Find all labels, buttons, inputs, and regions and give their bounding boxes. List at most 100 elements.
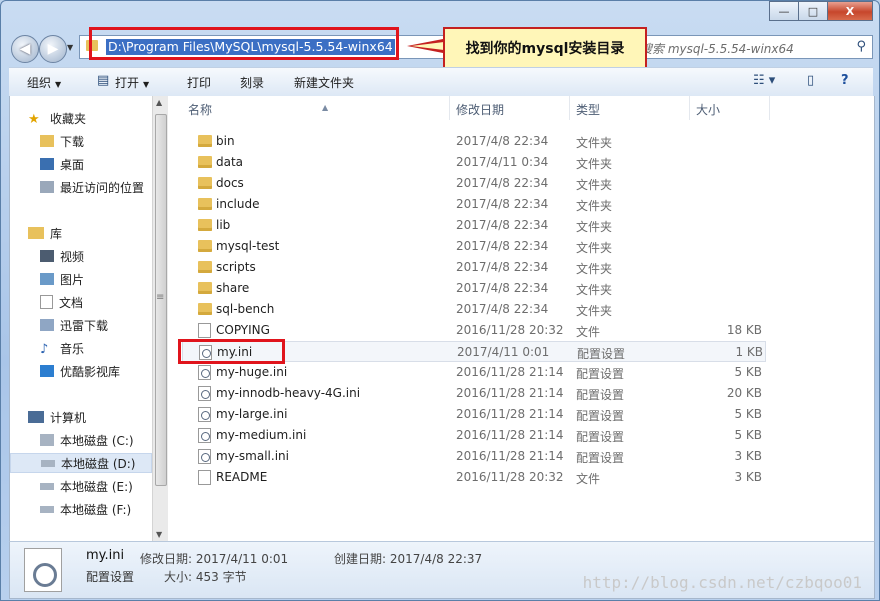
table-row[interactable]: README 2016/11/28 20:32 文件 3 KB bbox=[182, 467, 766, 488]
watermark-text: http://blog.csdn.net/czbqoo01 bbox=[582, 573, 862, 592]
sidebar-item-videos[interactable]: 视频 bbox=[40, 246, 152, 266]
sidebar-item-music[interactable]: ♪ 音乐 bbox=[40, 338, 152, 358]
scroll-down-icon[interactable]: ▼ bbox=[156, 530, 162, 539]
file-size: 20 KB bbox=[726, 386, 762, 400]
scroll-up-icon[interactable]: ▲ bbox=[156, 98, 162, 107]
callout-arrow-fill bbox=[411, 42, 444, 50]
column-header-size[interactable]: 大小 bbox=[690, 96, 770, 120]
maximize-button[interactable]: □ bbox=[798, 1, 828, 21]
file-type: 配置设置 bbox=[576, 388, 625, 402]
table-row[interactable]: data 2017/4/11 0:34 文件夹 bbox=[182, 152, 766, 173]
file-type: 文件夹 bbox=[576, 262, 613, 276]
column-header-type[interactable]: 类型 bbox=[570, 96, 690, 120]
file-name: my-innodb-heavy-4G.ini bbox=[216, 386, 361, 400]
table-row[interactable]: include 2017/4/8 22:34 文件夹 bbox=[182, 194, 766, 215]
file-size: 5 KB bbox=[734, 407, 762, 421]
burn-button[interactable]: 刻录 bbox=[240, 74, 264, 91]
file-type: 配置设置 bbox=[576, 409, 625, 423]
desktop-icon bbox=[40, 158, 54, 170]
table-row[interactable]: my-innodb-heavy-4G.ini 2016/11/28 21:14 配置… bbox=[182, 383, 766, 404]
file-date: 2017/4/8 22:34 bbox=[456, 302, 549, 316]
library-icon bbox=[28, 227, 44, 239]
table-row[interactable]: lib 2017/4/8 22:34 文件夹 bbox=[182, 215, 766, 236]
file-size: 3 KB bbox=[734, 449, 762, 463]
file-date: 2017/4/8 22:34 bbox=[456, 218, 549, 232]
recent-pages-dropdown[interactable]: ▼ bbox=[67, 43, 73, 52]
preview-pane-icon[interactable]: ▯ bbox=[807, 73, 814, 88]
file-type: 文件夹 bbox=[576, 304, 613, 318]
sidebar-item-downloads[interactable]: 下载 bbox=[40, 131, 152, 151]
file-size: 18 KB bbox=[726, 323, 762, 337]
sidebar-computer[interactable]: 计算机 bbox=[28, 407, 152, 427]
sidebar-item-pictures[interactable]: 图片 bbox=[40, 269, 152, 289]
table-row[interactable]: my-medium.ini 2016/11/28 21:14 配置设置 5 KB bbox=[182, 425, 766, 446]
back-button[interactable]: ◀ bbox=[11, 35, 39, 63]
file-list: 名称 ▲ 修改日期 类型 大小 bin 2017/4/8 22:34 文件夹 data 2… bbox=[168, 96, 874, 541]
table-row[interactable]: my-small.ini 2016/11/28 21:14 配置设置 3 KB bbox=[182, 446, 766, 467]
sidebar-item-desktop[interactable]: 桌面 bbox=[40, 154, 152, 174]
star-icon: ★ bbox=[28, 112, 40, 127]
search-icon[interactable]: ⚲ bbox=[856, 39, 866, 54]
table-row[interactable]: scripts 2017/4/8 22:34 文件夹 bbox=[182, 257, 766, 278]
table-row[interactable]: share 2017/4/8 22:34 文件夹 bbox=[182, 278, 766, 299]
recent-places-icon bbox=[40, 181, 54, 193]
sidebar-item-drive-d[interactable]: 本地磁盘 (D:) bbox=[10, 453, 152, 473]
chevron-down-icon: ▼ bbox=[55, 80, 62, 89]
table-row[interactable]: bin 2017/4/8 22:34 文件夹 bbox=[182, 131, 766, 152]
sidebar-item-drive-e[interactable]: 本地磁盘 (E:) bbox=[40, 476, 152, 496]
new-folder-button[interactable]: 新建文件夹 bbox=[294, 74, 354, 91]
explorer-window: — □ X ◀ ▶ ▼ D:\Program Files\MySQL\mysql… bbox=[0, 0, 880, 601]
my-ini-highlight-box bbox=[178, 339, 285, 364]
organize-menu[interactable]: 组织 ▼ bbox=[27, 74, 61, 91]
table-row[interactable]: my-huge.ini 2016/11/28 21:14 配置设置 5 KB bbox=[182, 362, 766, 383]
table-row[interactable]: docs 2017/4/8 22:34 文件夹 bbox=[182, 173, 766, 194]
sidebar-item-documents[interactable]: 文档 bbox=[40, 292, 152, 312]
file-name: my-small.ini bbox=[216, 449, 289, 463]
close-button[interactable]: X bbox=[827, 1, 873, 21]
file-size: 5 KB bbox=[734, 428, 762, 442]
sidebar-item-drive-f[interactable]: 本地磁盘 (F:) bbox=[40, 499, 152, 519]
folder-icon bbox=[198, 177, 212, 189]
grip-icon: ≡ bbox=[156, 292, 165, 303]
table-row[interactable]: sql-bench 2017/4/8 22:34 文件夹 bbox=[182, 299, 766, 320]
drive-icon bbox=[41, 459, 55, 467]
config-file-icon bbox=[198, 449, 211, 464]
file-icon bbox=[198, 323, 211, 338]
sidebar-item-recent[interactable]: 最近访问的位置 bbox=[40, 177, 152, 197]
sidebar-item-thunder-downloads[interactable]: 迅雷下载 bbox=[40, 315, 152, 335]
sidebar-favorites[interactable]: ★ 收藏夹 bbox=[28, 108, 152, 128]
file-name: bin bbox=[216, 134, 235, 148]
minimize-button[interactable]: — bbox=[769, 1, 799, 21]
chevron-down-icon: ▼ bbox=[143, 80, 150, 89]
help-icon[interactable]: ? bbox=[841, 73, 849, 88]
details-size: 大小: 453 字节 bbox=[164, 570, 247, 584]
file-name: docs bbox=[216, 176, 244, 190]
config-file-icon bbox=[24, 548, 62, 592]
open-menu[interactable]: 打开 ▼ bbox=[115, 74, 149, 91]
file-name: README bbox=[216, 470, 268, 484]
column-header-name[interactable]: 名称 ▲ bbox=[182, 96, 450, 120]
table-row[interactable]: my-large.ini 2016/11/28 21:14 配置设置 5 KB bbox=[182, 404, 766, 425]
column-header-date[interactable]: 修改日期 bbox=[450, 96, 570, 120]
file-size: 5 KB bbox=[734, 365, 762, 379]
forward-button[interactable]: ▶ bbox=[39, 35, 67, 63]
print-button[interactable]: 打印 bbox=[187, 74, 211, 91]
details-created: 创建日期: 2017/4/8 22:37 bbox=[334, 552, 483, 566]
table-row[interactable]: mysql-test 2017/4/8 22:34 文件夹 bbox=[182, 236, 766, 257]
file-date: 2017/4/8 22:34 bbox=[456, 176, 549, 190]
file-size: 3 KB bbox=[734, 470, 762, 484]
sidebar-item-youku[interactable]: 优酷影视库 bbox=[40, 361, 152, 381]
address-highlight-box bbox=[89, 27, 399, 60]
folder-icon bbox=[198, 303, 212, 315]
file-type: 文件夹 bbox=[576, 199, 613, 213]
sidebar-libraries[interactable]: 库 bbox=[28, 223, 152, 243]
file-date: 2017/4/11 0:01 bbox=[457, 345, 550, 359]
file-type: 文件夹 bbox=[576, 178, 613, 192]
table-row[interactable]: COPYING 2016/11/28 20:32 文件 18 KB bbox=[182, 320, 766, 341]
navigation-scrollbar[interactable]: ▲ ≡ ▼ bbox=[152, 96, 168, 541]
file-date: 2016/11/28 21:14 bbox=[456, 386, 564, 400]
config-file-icon bbox=[198, 407, 211, 422]
view-options-icon[interactable]: ☷ ▾ bbox=[753, 73, 775, 88]
sidebar-item-drive-c[interactable]: 本地磁盘 (C:) bbox=[40, 430, 152, 450]
file-size: 1 KB bbox=[735, 345, 763, 359]
